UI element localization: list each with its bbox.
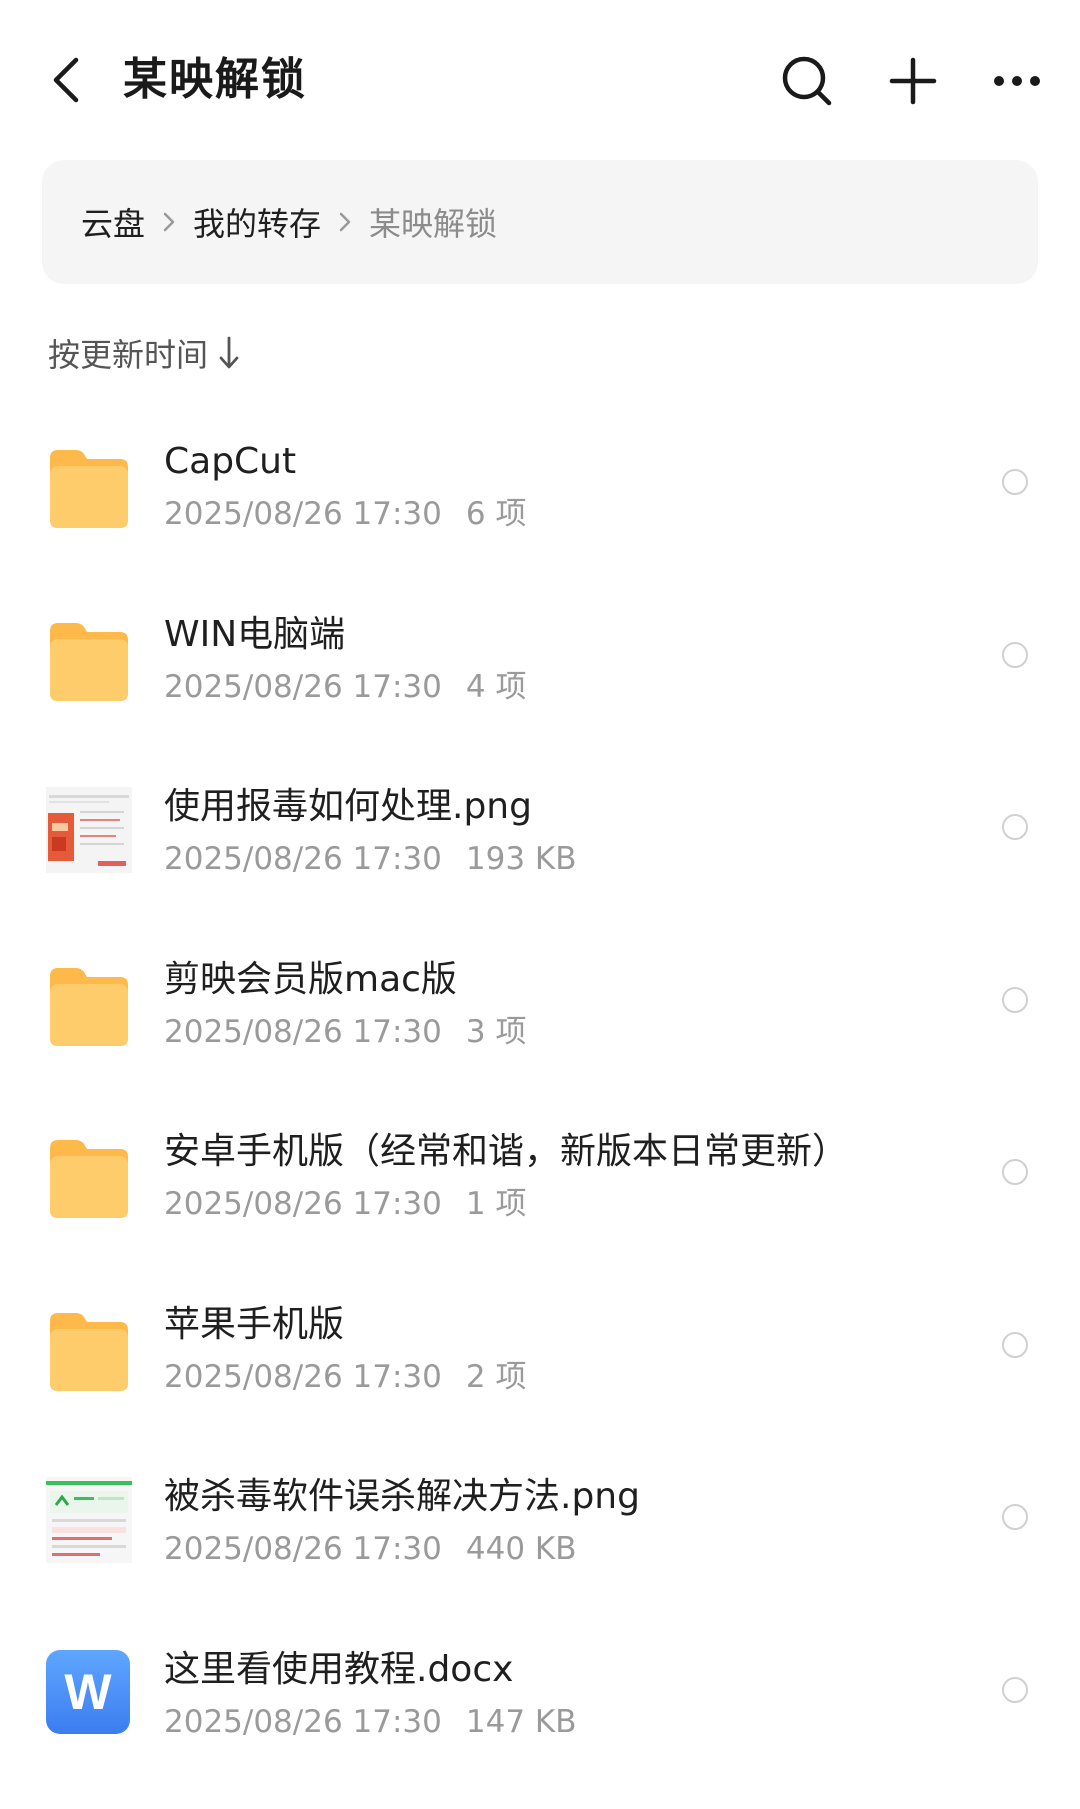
file-meta: 2025/08/26 17:30 4 项 xyxy=(164,667,526,707)
breadcrumb: 云盘 我的转存 某映解锁 xyxy=(42,160,1038,284)
select-checkbox[interactable] xyxy=(1002,469,1028,495)
search-button[interactable] xyxy=(776,50,838,112)
file-date: 2025/08/26 17:30 xyxy=(164,1703,442,1740)
file-meta: 2025/08/26 17:30 3 项 xyxy=(164,1012,526,1052)
sort-button[interactable]: 按更新时间 xyxy=(48,330,240,376)
file-date: 2025/08/26 17:30 xyxy=(164,1186,442,1222)
file-size: 4 项 xyxy=(465,668,527,705)
file-meta: 2025/08/26 17:30 193 KB xyxy=(164,839,577,879)
select-checkbox[interactable] xyxy=(1002,814,1028,840)
list-item[interactable]: WIN电脑端 2025/08/26 17:30 4 项 xyxy=(0,568,1080,741)
more-button[interactable] xyxy=(986,50,1048,112)
image-thumbnail xyxy=(46,1477,132,1563)
list-item[interactable]: 安卓手机版（经常和谐，新版本日常更新） 2025/08/26 17:30 1 项 xyxy=(0,1085,1080,1258)
folder-icon xyxy=(46,1305,132,1391)
list-item[interactable]: 使用报毒如何处理.png 2025/08/26 17:30 193 KB xyxy=(0,740,1080,913)
sort-label: 按更新时间 xyxy=(48,336,209,374)
file-date: 2025/08/26 17:30 xyxy=(164,668,442,705)
add-button[interactable] xyxy=(882,50,944,112)
folder-icon xyxy=(46,960,132,1046)
file-meta: 2025/08/26 17:30 440 KB xyxy=(164,1529,577,1569)
file-size: 2 项 xyxy=(465,1358,527,1395)
file-date: 2025/08/26 17:30 xyxy=(164,841,442,877)
file-date: 2025/08/26 17:30 xyxy=(164,1358,442,1395)
file-meta: 2025/08/26 17:30 1 项 xyxy=(164,1184,526,1224)
breadcrumb-item-saved[interactable]: 我的转存 xyxy=(193,199,321,245)
list-item[interactable]: CapCut 2025/08/26 17:30 6 项 xyxy=(0,395,1080,568)
folder-icon xyxy=(46,615,132,701)
file-size: 1 项 xyxy=(465,1186,527,1222)
image-thumbnail xyxy=(46,787,132,873)
file-name: 这里看使用教程.docx xyxy=(164,1648,514,1690)
list-item[interactable]: W 这里看使用教程.docx 2025/08/26 17:30 147 KB xyxy=(0,1603,1080,1776)
page-title: 某映解锁 xyxy=(123,54,307,105)
file-name: WIN电脑端 xyxy=(164,613,346,655)
list-item[interactable]: 被杀毒软件误杀解决方法.png 2025/08/26 17:30 440 KB xyxy=(0,1430,1080,1603)
back-arrow-icon xyxy=(53,57,79,103)
word-doc-icon: W xyxy=(46,1649,132,1736)
file-size: 193 KB xyxy=(465,841,577,877)
file-date: 2025/08/26 17:30 xyxy=(164,496,442,532)
breadcrumb-item-cloud[interactable]: 云盘 xyxy=(81,199,145,245)
file-name: 被杀毒软件误杀解决方法.png xyxy=(164,1476,640,1517)
select-checkbox[interactable] xyxy=(1002,1676,1028,1703)
file-name: 安卓手机版（经常和谐，新版本日常更新） xyxy=(164,1131,849,1172)
file-list: CapCut 2025/08/26 17:30 6 项 WIN电脑端 2025/0… xyxy=(0,395,1080,1775)
file-date: 2025/08/26 17:30 xyxy=(164,1013,442,1050)
plus-icon xyxy=(889,57,937,105)
file-size: 147 KB xyxy=(465,1703,577,1740)
file-meta: 2025/08/26 17:30 147 KB xyxy=(164,1702,577,1742)
more-icon xyxy=(994,76,1040,86)
file-size: 6 项 xyxy=(465,496,527,532)
search-icon xyxy=(782,56,832,106)
file-size: 440 KB xyxy=(465,1531,577,1567)
folder-icon xyxy=(46,442,132,528)
file-name: 苹果手机版 xyxy=(164,1303,345,1345)
file-meta: 2025/08/26 17:30 2 项 xyxy=(164,1357,526,1397)
breadcrumb-item-current: 某映解锁 xyxy=(369,205,498,243)
top-bar: 某映解锁 xyxy=(0,0,1080,160)
select-checkbox[interactable] xyxy=(1002,1504,1028,1530)
back-button[interactable] xyxy=(38,45,94,115)
file-meta: 2025/08/26 17:30 6 项 xyxy=(164,494,526,534)
list-item[interactable]: 苹果手机版 2025/08/26 17:30 2 项 xyxy=(0,1258,1080,1431)
arrow-down-icon xyxy=(218,336,240,370)
select-checkbox[interactable] xyxy=(1002,641,1028,668)
select-checkbox[interactable] xyxy=(1002,986,1028,1013)
file-name: CapCut xyxy=(164,441,297,482)
file-name: 使用报毒如何处理.png xyxy=(164,786,532,827)
select-checkbox[interactable] xyxy=(1002,1331,1028,1358)
file-name: 剪映会员版mac版 xyxy=(164,958,457,1000)
file-size: 3 项 xyxy=(465,1013,527,1050)
select-checkbox[interactable] xyxy=(1002,1159,1028,1185)
list-item[interactable]: 剪映会员版mac版 2025/08/26 17:30 3 项 xyxy=(0,913,1080,1086)
chevron-right-icon xyxy=(339,212,351,232)
chevron-right-icon xyxy=(163,212,175,232)
folder-icon xyxy=(46,1132,132,1218)
file-date: 2025/08/26 17:30 xyxy=(164,1531,442,1567)
